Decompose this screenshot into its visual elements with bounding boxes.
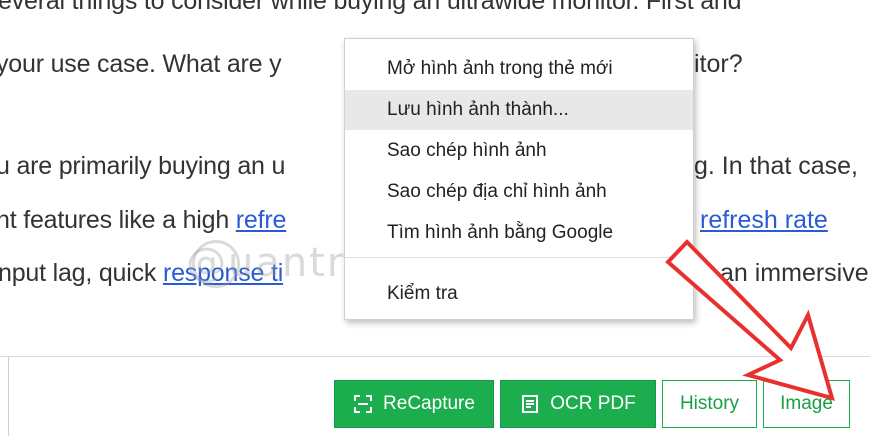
red-arrow-annotation xyxy=(665,239,835,401)
